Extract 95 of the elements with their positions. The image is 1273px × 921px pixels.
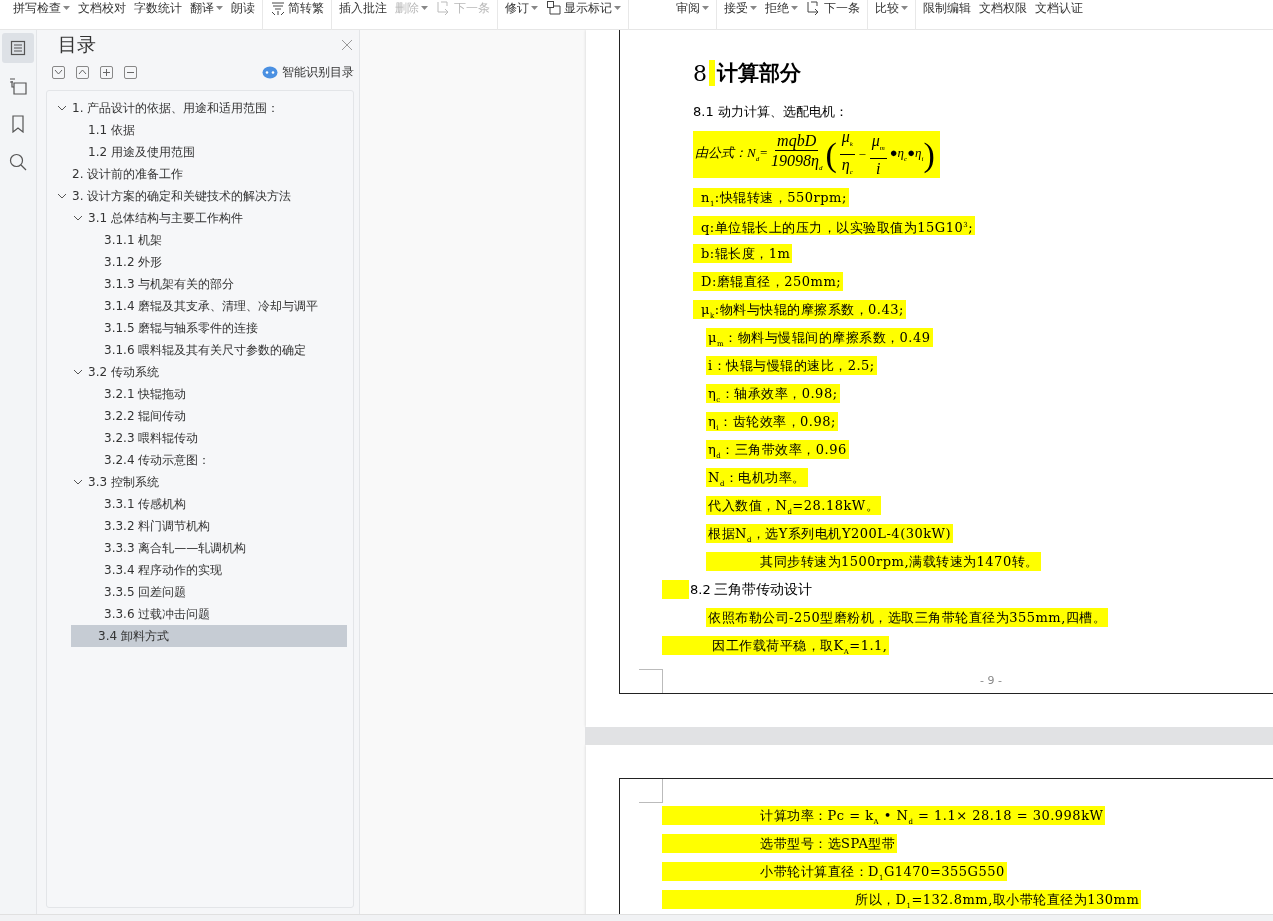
toc-item[interactable]: 3.3.4 程序动作的实现	[47, 559, 347, 581]
heading-number: 8	[693, 60, 707, 86]
highlighted-text: n$_{1}$:快辊转速，550rpm;	[693, 188, 849, 207]
toolbar-button[interactable]: 审阅	[673, 0, 712, 16]
toolbar-button[interactable]: 文档权限	[976, 0, 1030, 16]
toc-item[interactable]: 3.2 传动系统	[47, 361, 347, 383]
highlighted-text: 代入数值，N$_{d}$=28.18kW。	[706, 496, 882, 515]
section-number: 8.2	[690, 582, 711, 597]
convert-icon	[270, 0, 286, 16]
panel-title: 目录	[58, 32, 96, 57]
chevron-icon[interactable]	[73, 479, 83, 485]
highlighted-text: 小带轮计算直径：D$_{1}$G1470=355G550	[662, 862, 1007, 881]
toc-item[interactable]: 3.2.3 喂料辊传动	[47, 427, 347, 449]
toc-item[interactable]: 1. 产品设计的依据、用途和适用范围：	[47, 97, 347, 119]
smart-toc-button[interactable]: 智能识别目录	[262, 63, 354, 81]
highlighted-text: 选带型号：选SPA型带	[662, 834, 898, 853]
toolbar-button[interactable]: 字数统计	[131, 0, 185, 16]
toc-item[interactable]: 3.1 总体结构与主要工作构件	[47, 207, 347, 229]
toolbar-button[interactable]: 翻译	[187, 0, 226, 16]
toc-item[interactable]: 3.1.2 外形	[47, 251, 347, 273]
add-button[interactable]	[100, 65, 113, 79]
search-icon	[9, 153, 27, 171]
chevron-icon[interactable]	[73, 369, 83, 375]
highlighted-text: 依照布勒公司-250型磨粉机，选取三角带轮直径为355mm,四槽。	[706, 608, 1109, 627]
toolbar-button[interactable]: 接受	[721, 0, 760, 16]
toc-item[interactable]: 3.2.4 传动示意图：	[47, 449, 347, 471]
toolbar-button[interactable]: 文档校对	[75, 0, 129, 16]
markup-icon	[546, 0, 562, 16]
highlighted-text: 其同步转速为1500rpm,满载转速为1470转。	[706, 552, 1041, 571]
highlighted-text: N$_{d}$：电机功率。	[706, 468, 808, 487]
chevron-icon[interactable]	[57, 105, 67, 111]
toc-item[interactable]: 2. 设计前的准备工作	[47, 163, 347, 185]
toolbar-button[interactable]: 拒绝	[762, 0, 801, 16]
remove-button[interactable]	[124, 65, 137, 79]
page-number: - 9 -	[980, 674, 1003, 687]
highlighted-text: μ$_{m}$：物料与慢辊间的摩擦系数，0.49	[706, 328, 933, 347]
toc-item[interactable]: 3.1.4 磨辊及其支承、清理、冷却与调平	[47, 295, 347, 317]
heading-text: 计算部分	[717, 60, 801, 87]
chevron-icon[interactable]	[57, 193, 67, 199]
highlighted-text: η$_{c}$：轴承效率，0.98;	[706, 384, 840, 403]
highlighted-text: i：快辊与慢辊的速比，2.5;	[706, 356, 877, 375]
collapse-all-button[interactable]	[52, 65, 65, 79]
plus-icon	[102, 67, 111, 77]
toolbar-button[interactable]: 限制编辑	[920, 0, 974, 16]
chevron-up-icon	[78, 69, 87, 75]
toc-item[interactable]: 3.2.1 快辊拖动	[47, 383, 347, 405]
highlighted-text: η$_{i}$：齿轮效率，0.98;	[706, 412, 838, 431]
toc-item[interactable]: 3.3.2 料门调节机构	[47, 515, 347, 537]
crop-mark	[639, 779, 663, 803]
highlighted-text: q:单位辊长上的压力，以实验取值为15G10$^{3}$;	[693, 216, 976, 235]
highlighted-text: 计算功率：Pc = k$_{A}$ • N$_{d}$ = 1.1× 28.18 = 30.998kW	[662, 806, 1106, 825]
chevron-icon[interactable]	[73, 215, 83, 221]
highlighted-text: D:磨辊直径，250mm;	[693, 272, 844, 291]
toc-item[interactable]: 3.3.3 离合轧——轧调机构	[47, 537, 347, 559]
toc-item[interactable]: 3.1.1 机架	[47, 229, 347, 251]
toc-item[interactable]: 1.2 用途及使用范围	[47, 141, 347, 163]
toc-item[interactable]: 3.1.6 喂料辊及其有关尺寸参数的确定	[47, 339, 347, 361]
bookmark-icon	[11, 115, 25, 133]
toc-item[interactable]: 3. 设计方案的确定和关键技术的解决方法	[47, 185, 347, 207]
highlighted-text: 因工作载荷平稳，取K$_{A}$=1.1,	[662, 636, 890, 655]
toolbar-button[interactable]: 文档认证	[1032, 0, 1086, 16]
toc-item[interactable]: 3.1.5 磨辊与轴系零件的连接	[47, 317, 347, 339]
highlighted-text: 根据N$_{d}$，选Y系列电机Y200L-4(30kW)	[706, 524, 954, 543]
highlighted-text: μ$_{k}$:物料与快辊的摩擦系数，0.43;	[693, 300, 906, 319]
close-button[interactable]	[340, 38, 354, 52]
toc-item[interactable]: 1.1 依据	[47, 119, 347, 141]
document-list-icon	[10, 40, 26, 56]
toc-item[interactable]: 3.3.5 回差问题	[47, 581, 347, 603]
highlighted-text: η$_{d}$：三角带效率，0.96	[706, 440, 849, 459]
toolbar-button[interactable]: 比较	[872, 0, 911, 16]
highlight-mark	[709, 60, 715, 86]
toolbar-button[interactable]: 朗读	[228, 0, 258, 16]
toc-item[interactable]: 3.4 卸料方式	[71, 625, 347, 647]
highlighted-text: b:辊长度，1m	[693, 244, 793, 263]
toc-item[interactable]: 3.1.3 与机架有关的部分	[47, 273, 347, 295]
highlighted-text: 所以，D$_{1}$=132.8mm,取小带轮直径为130mm	[662, 890, 1142, 909]
highlight-mark	[662, 580, 689, 599]
toolbar-button[interactable]: 拼写检查	[10, 0, 73, 16]
toolbar-button[interactable]: 修订	[502, 0, 541, 16]
toc-item[interactable]: 3.3.1 传感机构	[47, 493, 347, 515]
toolbar-button[interactable]: 简转繁	[267, 0, 327, 16]
toolbar-button[interactable]: 下一条	[803, 0, 863, 16]
expand-up-button[interactable]	[76, 65, 89, 79]
chevron-down-icon	[54, 69, 63, 75]
sidebar-tab[interactable]	[2, 33, 34, 63]
toc-item[interactable]: 3.2.2 辊间传动	[47, 405, 347, 427]
crop-mark	[639, 669, 663, 693]
outline-icon	[9, 77, 27, 95]
robot-face-icon	[262, 65, 278, 79]
toolbar-button[interactable]: 显示标记	[543, 0, 624, 16]
section-title: 三角带传动设计	[713, 580, 812, 599]
toc-item[interactable]: 3.3.6 过载冲击问题	[47, 603, 347, 625]
toc-item[interactable]: 3.3 控制系统	[47, 471, 347, 493]
subheading-text: 8.1 动力计算、选配电机：	[693, 103, 848, 121]
toolbar-button[interactable]: 插入批注	[336, 0, 390, 16]
